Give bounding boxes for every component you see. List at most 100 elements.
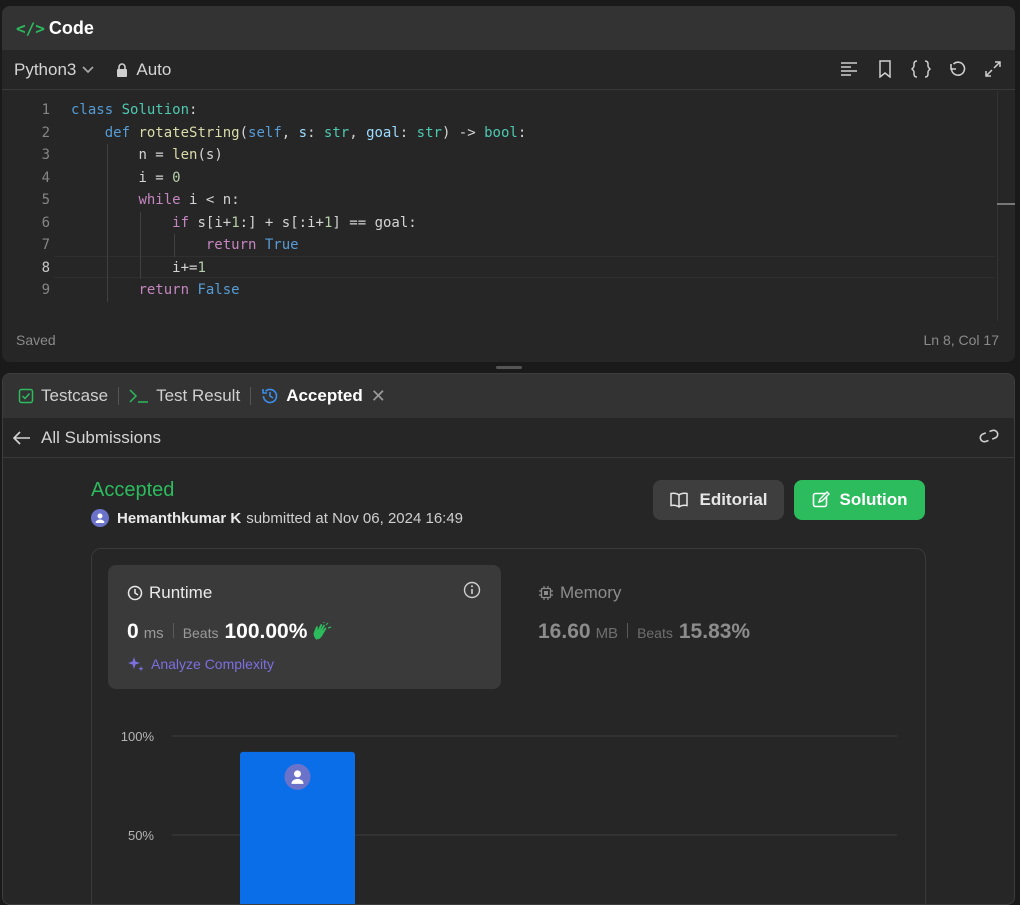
y-tick-label: 100% xyxy=(121,729,155,744)
lock-icon xyxy=(117,62,128,77)
indent-guide xyxy=(140,234,142,257)
checkbox-icon xyxy=(18,388,34,404)
sparkle-icon xyxy=(128,657,144,672)
memory-value: 16.60 xyxy=(538,620,591,643)
clap-hands-icon xyxy=(314,622,332,640)
runtime-value: 0 xyxy=(127,620,139,643)
memory-title[interactable]: Memory xyxy=(538,583,621,603)
line-number: 1 xyxy=(41,102,50,118)
back-label: All Submissions xyxy=(41,427,161,447)
code-editor[interactable]: 1 2 3 4 5 6 7 8 9 class Solution: def ro… xyxy=(2,91,1015,321)
memory-values: 16.60 MB Beats 15.83% xyxy=(538,620,750,644)
submission-header: All Submissions xyxy=(3,418,1014,458)
auto-mode-label: Auto xyxy=(136,59,172,79)
chip-icon xyxy=(539,586,553,600)
braces-icon[interactable] xyxy=(911,59,931,79)
code-line[interactable]: return False xyxy=(71,279,995,302)
line-number: 2 xyxy=(41,124,50,141)
runtime-beats-value: 100.00% xyxy=(224,620,308,643)
analyze-complexity-link[interactable]: Analyze Complexity xyxy=(127,655,274,673)
runtime-title-label: Runtime xyxy=(149,583,213,602)
code-lines[interactable]: class Solution: def rotateString(self, s… xyxy=(71,99,995,302)
tab-divider xyxy=(118,387,120,405)
code-panel-header: </> Code xyxy=(2,6,1015,50)
line-number: 7 xyxy=(41,237,50,253)
result-tabs: Testcase Test Result Accepted ✕ xyxy=(3,374,1014,418)
bookmark-icon[interactable] xyxy=(875,59,895,79)
memory-title-label: Memory xyxy=(560,583,622,602)
solution-label: Solution xyxy=(839,490,908,509)
solution-button[interactable]: Solution xyxy=(794,480,925,520)
indent-guide xyxy=(106,279,108,302)
editor-scrollbar[interactable] xyxy=(997,91,1015,321)
avatar[interactable] xyxy=(91,509,109,527)
tab-label: Accepted xyxy=(286,386,363,405)
code-line[interactable]: i = 0 xyxy=(71,166,995,189)
save-status: Saved xyxy=(16,332,56,348)
indent-guide xyxy=(140,211,142,234)
code-panel: </> Code Python3 Auto 1 2 3 4 5 6 7 8 9 … xyxy=(2,6,1015,362)
runtime-title: Runtime xyxy=(127,583,212,603)
tab-testcase[interactable]: Testcase xyxy=(18,386,108,406)
submitter-info: Hemanthkumar K submitted at Nov 06, 2024… xyxy=(91,509,463,527)
tab-accepted[interactable]: Accepted ✕ xyxy=(261,386,386,407)
code-line[interactable]: class Solution: xyxy=(71,99,995,122)
terminal-icon xyxy=(129,389,149,403)
tab-test-result[interactable]: Test Result xyxy=(129,386,240,406)
language-selector[interactable]: Python3 xyxy=(14,60,94,80)
memory-beats-value: 15.83% xyxy=(678,620,751,643)
code-panel-title: Code xyxy=(48,17,94,38)
line-number: 4 xyxy=(41,169,50,186)
line-number-gutter: 1 2 3 4 5 6 7 8 9 xyxy=(2,99,52,302)
edit-icon xyxy=(812,491,830,508)
line-number: 3 xyxy=(41,147,50,163)
tab-label: Test Result xyxy=(156,386,241,405)
memory-beats-label: Beats xyxy=(637,625,673,641)
code-line[interactable]: return True xyxy=(71,234,995,257)
code-toolbar: Python3 Auto xyxy=(2,50,1015,90)
code-line[interactable]: if s[i+1:] + s[:i+1] == goal: xyxy=(71,211,995,234)
clock-icon xyxy=(127,585,143,601)
submitter-name[interactable]: Hemanthkumar K xyxy=(117,510,241,527)
divider xyxy=(172,623,174,638)
auto-mode-toggle[interactable]: Auto xyxy=(116,60,171,80)
line-number: 6 xyxy=(41,214,50,231)
arrow-left-icon xyxy=(13,430,30,445)
code-line[interactable]: while i < n: xyxy=(71,189,995,212)
indent-guide xyxy=(174,234,176,257)
expand-icon[interactable] xyxy=(983,59,1003,79)
analyze-label: Analyze Complexity xyxy=(151,656,274,672)
result-panel: Testcase Test Result Accepted ✕ All Subm… xyxy=(2,373,1015,905)
code-line[interactable]: def rotateString(self, s: str, goal: str… xyxy=(71,122,995,145)
info-icon[interactable] xyxy=(463,581,481,604)
code-icon: </> xyxy=(16,18,45,38)
tab-label: Testcase xyxy=(41,386,109,405)
close-icon[interactable]: ✕ xyxy=(371,386,386,407)
panel-resize-handle[interactable] xyxy=(496,366,522,369)
line-number: 9 xyxy=(41,282,50,298)
indent-guide xyxy=(106,189,108,212)
submitted-time: submitted at Nov 06, 2024 16:49 xyxy=(246,509,464,527)
runtime-beats-label: Beats xyxy=(182,625,219,641)
undo-icon[interactable] xyxy=(947,59,967,79)
y-tick-label: 50% xyxy=(128,828,154,843)
code-line[interactable]: i+=1 xyxy=(71,256,995,279)
scrollbar-marker xyxy=(997,203,1015,205)
code-status-bar: Saved Ln 8, Col 17 xyxy=(16,332,999,348)
indent-guide xyxy=(106,166,108,189)
editorial-button[interactable]: Editorial xyxy=(653,480,784,520)
line-number: 5 xyxy=(41,192,50,208)
link-icon[interactable] xyxy=(978,428,1000,449)
runtime-box[interactable]: Runtime 0 ms Beats 100.00% Analyze Compl… xyxy=(108,565,501,689)
history-icon xyxy=(262,388,278,404)
memory-unit: MB xyxy=(595,625,619,642)
divider xyxy=(627,623,629,638)
submission-status: Accepted xyxy=(91,479,175,501)
code-line[interactable]: n = len(s) xyxy=(71,144,995,167)
indent-guide xyxy=(106,234,108,257)
all-submissions-link[interactable]: All Submissions xyxy=(13,428,161,448)
tab-divider xyxy=(250,387,252,405)
format-icon[interactable] xyxy=(839,59,859,79)
runtime-unit: ms xyxy=(143,625,164,642)
book-icon xyxy=(670,492,689,508)
